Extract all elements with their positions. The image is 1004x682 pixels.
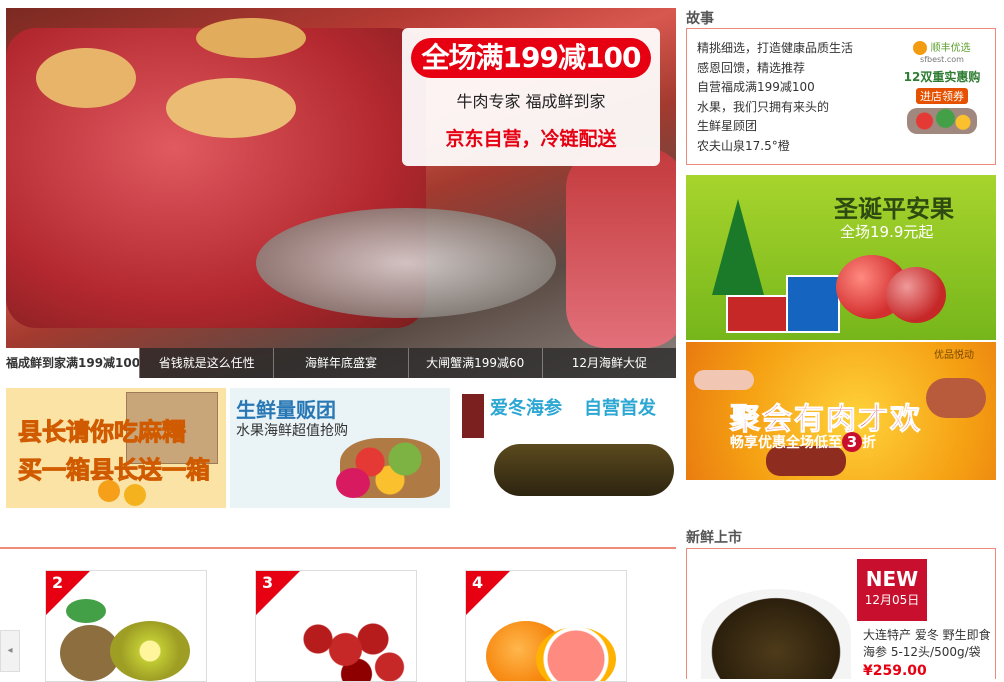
sfbest-logo: 顺丰优选	[897, 39, 987, 55]
story-link[interactable]: 精挑细选，打造健康品质生活	[697, 39, 853, 59]
fresh-product-price: ¥259.00	[863, 663, 927, 679]
orange-image	[124, 484, 146, 506]
cherry-image	[296, 611, 406, 681]
banner-meat-party[interactable]: 优品悦动 聚会有肉才欢 畅享优惠全场低至 3 折	[686, 342, 996, 480]
shrimp-image	[694, 370, 754, 390]
rank-number: 2	[52, 573, 64, 592]
banner-fresh-group-title: 生鲜量贩团	[236, 398, 336, 422]
gift-box-image	[786, 275, 840, 333]
meat-party-subtitle: 畅享优惠全场低至 3 折	[730, 432, 876, 452]
product-package-image	[462, 394, 484, 438]
banner-sea-cucumber[interactable]: 爱冬海参 自营首发	[454, 388, 676, 508]
carousel-tab[interactable]: 福成鲜到家满199减100	[6, 348, 140, 378]
gift-box-image	[726, 295, 790, 333]
product-card[interactable]: 4	[465, 570, 627, 682]
story-link[interactable]: 生鲜星顾团	[697, 117, 853, 137]
dragonfruit-image	[336, 468, 370, 498]
banner-mochi-line2: 买一箱县长送一箱	[18, 456, 211, 485]
sea-cucumber-image	[701, 589, 851, 679]
discount-number: 3	[842, 432, 862, 452]
story-list: 精挑细选，打造健康品质生活 感恩回馈，精选推荐 自营福成满199减100 水果，…	[697, 39, 853, 156]
sizzle-image	[256, 208, 556, 318]
promo-card[interactable]: 全场满199减100 牛肉专家 福成鲜到家 京东自营，冷链配送	[402, 28, 660, 166]
rank-number: 3	[262, 573, 274, 592]
meat-party-prefix: 畅享优惠全场低至	[730, 435, 842, 451]
banner-christmas-apple[interactable]: 圣诞平安果 全场19.9元起	[686, 175, 996, 340]
new-badge-title: NEW	[865, 567, 919, 591]
product-card[interactable]: 3	[255, 570, 417, 682]
garlic-slice-image	[36, 48, 136, 108]
story-panel: 精挑细选，打造健康品质生活 感恩回馈，精选推荐 自营福成满199减100 水果，…	[686, 28, 996, 165]
hero-carousel[interactable]: 全场满199减100 牛肉专家 福成鲜到家 京东自营，冷链配送 福成鲜到家满19…	[6, 8, 676, 378]
carousel-tab[interactable]: 海鲜年底盛宴	[273, 348, 407, 378]
meat-party-suffix: 折	[862, 435, 876, 451]
fresh-panel[interactable]: NEW 12月05日 大连特产 爱冬 野生即食海参 5-12头/500g/袋 ¥…	[686, 548, 996, 679]
sfbest-ad-line1: 12双重实惠购	[903, 70, 981, 84]
banner-sea-cucumber-title: 爱冬海参	[490, 398, 562, 419]
promo-title: 全场满199减100	[411, 38, 651, 78]
youpin-logo: 优品悦动	[934, 350, 974, 361]
story-link[interactable]: 感恩回馈，精选推荐	[697, 59, 853, 79]
promo-delivery-text: 京东自营，冷链配送	[445, 128, 617, 150]
product-card[interactable]: 2	[45, 570, 207, 682]
fresh-product-title[interactable]: 大连特产 爱冬 野生即食海参 5-12头/500g/袋	[863, 627, 991, 661]
garlic-slice-image	[166, 78, 296, 138]
new-badge: NEW 12月05日	[857, 559, 927, 621]
sfbest-ad-line2: 进店领券	[916, 88, 968, 104]
chevron-left-icon: ◂	[7, 645, 13, 656]
story-link[interactable]: 水果，我们只拥有来头的	[697, 98, 853, 118]
banner-fresh-group-subtitle: 水果海鲜超值抢购	[236, 423, 348, 439]
rank-number: 4	[472, 573, 484, 592]
sea-cucumber-image	[494, 444, 674, 496]
sfbest-logo-icon	[913, 41, 928, 55]
new-badge-date: 12月05日	[864, 593, 920, 607]
promo-subtitle: 牛肉专家 福成鲜到家	[456, 92, 606, 111]
steak-edge-image	[566, 148, 676, 348]
carousel-tab[interactable]: 12月海鲜大促	[541, 348, 676, 378]
orange-image	[98, 480, 120, 502]
carousel-tab[interactable]: 省钱就是这么任性	[139, 348, 273, 378]
fresh-heading: 新鲜上市	[686, 530, 742, 546]
sfbest-ad[interactable]: 顺丰优选 sfbest.com 12双重实惠购 进店领券	[897, 39, 987, 139]
carousel-tab[interactable]: 大闸蟹满199减60	[407, 348, 542, 378]
grapefruit-image	[536, 627, 616, 681]
christmas-subtitle: 全场19.9元起	[840, 223, 934, 241]
sfbest-url: sfbest.com	[920, 55, 964, 64]
section-divider	[0, 547, 676, 549]
banner-sea-cucumber-subtitle: 自营首发	[584, 398, 656, 419]
meat-platter-image	[926, 378, 986, 418]
christmas-title: 圣诞平安果	[834, 195, 954, 223]
story-link[interactable]: 自营福成满199减100	[697, 78, 853, 98]
banner-fresh-group[interactable]: 生鲜量贩团 水果海鲜超值抢购	[230, 388, 450, 508]
side-scroll-handle[interactable]: ◂	[0, 630, 20, 672]
vegetable-basket-image	[907, 108, 977, 134]
apple-image	[886, 267, 946, 323]
kiwi-image	[110, 621, 190, 681]
christmas-tree-image	[712, 199, 764, 295]
sfbest-brand-text: 顺丰优选	[930, 43, 971, 54]
garlic-slice-image	[196, 18, 306, 58]
story-link[interactable]: 农夫山泉17.5°橙	[697, 137, 853, 157]
carousel-tabs: 福成鲜到家满199减100 省钱就是这么任性 海鲜年底盛宴 大闸蟹满199减60…	[6, 348, 676, 378]
story-heading: 故事	[686, 11, 714, 27]
banner-mochi-line1: 县长请你吃麻糬	[18, 418, 187, 447]
banner-mochi[interactable]: 县长请你吃麻糬 买一箱县长送一箱	[6, 388, 226, 508]
